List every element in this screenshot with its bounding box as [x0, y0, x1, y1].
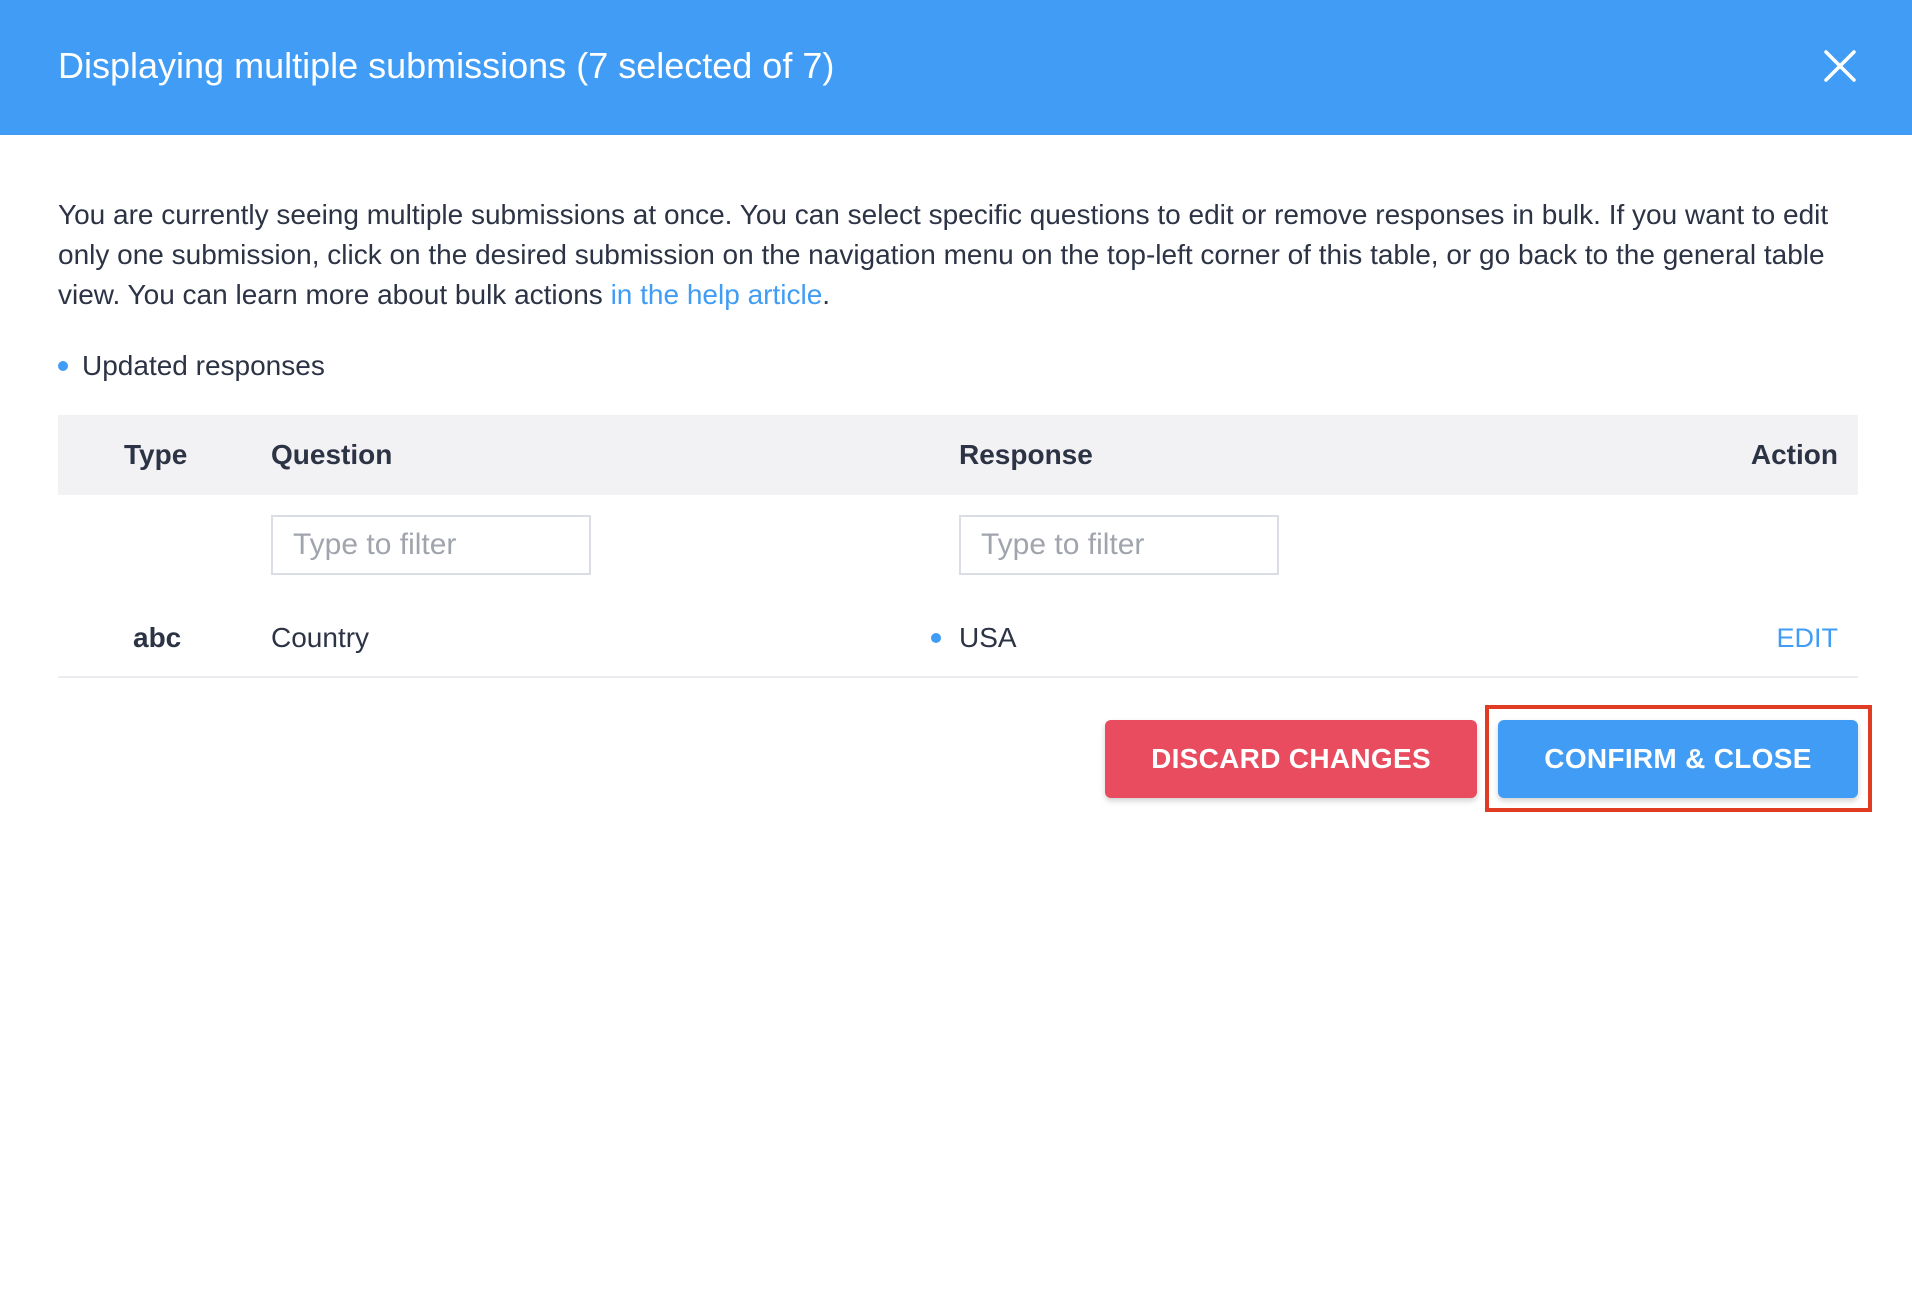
table-row: abc Country USA EDIT	[58, 600, 1858, 678]
description-body: You are currently seeing multiple submis…	[58, 199, 1829, 310]
updated-legend: Updated responses	[58, 346, 325, 386]
response-filter-input[interactable]	[959, 515, 1279, 575]
close-icon[interactable]	[1820, 46, 1860, 86]
row-type-badge: abc	[133, 622, 182, 653]
column-header-question: Question	[271, 439, 393, 470]
column-header-action: Action	[1750, 439, 1838, 470]
help-article-link[interactable]: in the help article	[611, 279, 823, 310]
modal-title: Displaying multiple submissions (7 selec…	[58, 45, 835, 86]
discard-changes-button[interactable]: DISCARD CHANGES	[1105, 720, 1477, 798]
row-response: USA	[959, 622, 1017, 653]
question-filter-input[interactable]	[271, 515, 591, 575]
row-question: Country	[271, 622, 370, 653]
legend-label: Updated responses	[82, 350, 325, 381]
description-text: You are currently seeing multiple submis…	[58, 195, 1858, 315]
updated-dot-icon	[58, 361, 68, 371]
column-header-type: Type	[124, 439, 188, 470]
confirm-close-button[interactable]: CONFIRM & CLOSE	[1498, 720, 1858, 798]
table-header: Type Question Response Action	[58, 415, 1858, 495]
column-header-response: Response	[959, 439, 1093, 470]
modal-header: Displaying multiple submissions (7 selec…	[0, 0, 1912, 135]
description-suffix: .	[822, 279, 831, 310]
row-edit-button[interactable]: EDIT	[1776, 600, 1838, 676]
updated-dot-icon	[931, 600, 941, 676]
